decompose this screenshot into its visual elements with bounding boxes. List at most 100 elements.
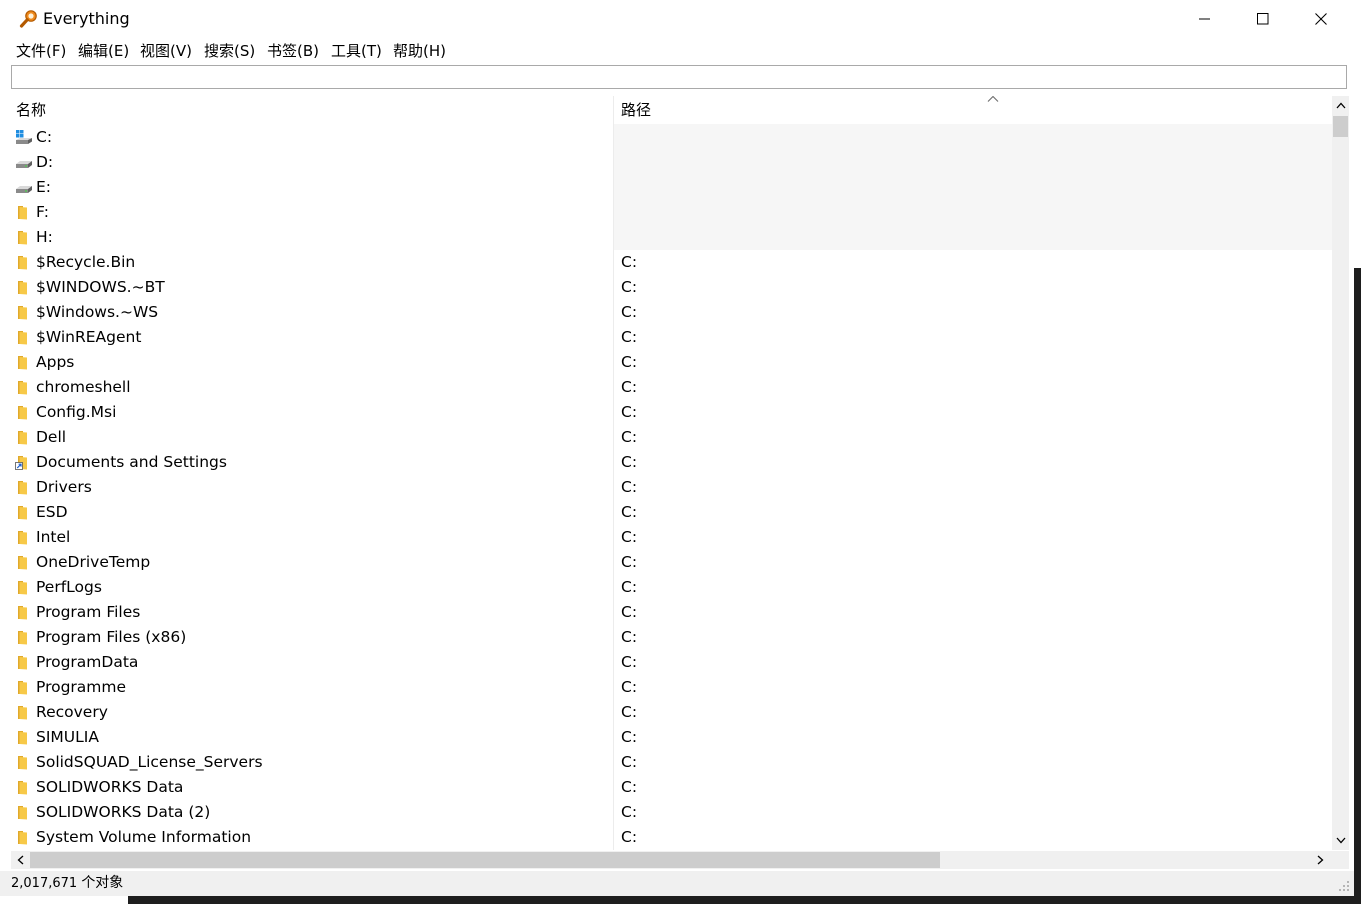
folder-icon (15, 629, 32, 646)
scroll-up-button[interactable] (1332, 96, 1349, 114)
file-path: C: (621, 678, 638, 696)
file-row[interactable]: F: (11, 200, 1332, 225)
results-list[interactable]: 名称 路径 C: D: E: F: H: $Recycle.Bin C: $WINDOWS.~… (11, 96, 1332, 850)
status-bar: 2,017,671 个对象 (0, 871, 1354, 896)
folder-icon (15, 204, 32, 221)
vertical-scrollbar[interactable] (1332, 96, 1349, 850)
file-row[interactable]: Dell C: (11, 425, 1332, 450)
folder-icon (15, 379, 32, 396)
file-row[interactable]: D: (11, 150, 1332, 175)
file-row[interactable]: PerfLogs C: (11, 575, 1332, 600)
file-row[interactable]: SOLIDWORKS Data C: (11, 775, 1332, 800)
file-row[interactable]: E: (11, 175, 1332, 200)
chevron-left-icon (17, 855, 24, 865)
menu-search[interactable]: 搜索(S) (204, 41, 255, 61)
horizontal-scroll-thumb[interactable] (30, 852, 940, 868)
file-row[interactable]: Programme C: (11, 675, 1332, 700)
file-path: C: (621, 653, 638, 671)
file-path: C: (621, 478, 638, 496)
file-row[interactable]: Documents and Settings C: (11, 450, 1332, 475)
file-name: Intel (36, 528, 71, 546)
file-row[interactable]: chromeshell C: (11, 375, 1332, 400)
everything-window: Everything 文件(F) 编辑(E) 视图(V) 搜索(S) 书签(B)… (0, 0, 1354, 896)
menu-bar: 文件(F) 编辑(E) 视图(V) 搜索(S) 书签(B) 工具(T) 帮助(H… (0, 38, 1354, 64)
file-name: $WINDOWS.~BT (36, 278, 165, 296)
maximize-icon (1257, 13, 1269, 25)
file-path: C: (621, 353, 638, 371)
folder-icon (15, 704, 32, 721)
file-row[interactable]: $WinREAgent C: (11, 325, 1332, 350)
folder-icon (15, 754, 32, 771)
file-name: Config.Msi (36, 403, 117, 421)
file-path: C: (621, 378, 638, 396)
file-row[interactable]: Apps C: (11, 350, 1332, 375)
file-name: ESD (36, 503, 68, 521)
file-row[interactable]: ProgramData C: (11, 650, 1332, 675)
minimize-icon (1199, 18, 1210, 20)
file-row[interactable]: Program Files (x86) C: (11, 625, 1332, 650)
chevron-right-icon (1317, 855, 1324, 865)
file-row[interactable]: $Windows.~WS C: (11, 300, 1332, 325)
file-row[interactable]: Recovery C: (11, 700, 1332, 725)
minimize-button[interactable] (1176, 0, 1234, 38)
folder-icon (15, 804, 32, 821)
file-path: C: (621, 303, 638, 321)
menu-tools[interactable]: 工具(T) (331, 41, 382, 61)
menu-edit[interactable]: 编辑(E) (78, 41, 129, 61)
file-name: Program Files (x86) (36, 628, 187, 646)
file-name: SIMULIA (36, 728, 99, 746)
file-row[interactable]: SolidSQUAD_License_Servers C: (11, 750, 1332, 775)
scroll-down-button[interactable] (1332, 831, 1349, 849)
file-row[interactable]: Program Files C: (11, 600, 1332, 625)
status-count: 2,017,671 (11, 876, 78, 891)
folder-icon (15, 254, 32, 271)
folder-icon (15, 604, 32, 621)
status-object-count: 2,017,671 个对象 (11, 875, 123, 892)
maximize-button[interactable] (1234, 0, 1292, 38)
file-row[interactable]: System Volume Information C: (11, 825, 1332, 850)
vertical-scroll-thumb[interactable] (1333, 116, 1348, 137)
horizontal-scrollbar[interactable] (11, 851, 1332, 869)
file-row[interactable]: C: (11, 125, 1332, 150)
file-path: C: (621, 328, 638, 346)
folder-icon (15, 329, 32, 346)
file-row[interactable]: SIMULIA C: (11, 725, 1332, 750)
sort-ascending-icon (987, 96, 999, 102)
close-button[interactable] (1292, 0, 1350, 38)
file-name: Drivers (36, 478, 92, 496)
file-row[interactable]: H: (11, 225, 1332, 250)
file-rows: C: D: E: F: H: $Recycle.Bin C: $WINDOWS.~BT C: $W… (11, 125, 1332, 850)
resize-grip-icon[interactable] (1338, 880, 1350, 892)
file-row[interactable]: $Recycle.Bin C: (11, 250, 1332, 275)
menu-view[interactable]: 视图(V) (140, 41, 192, 61)
close-icon (1315, 13, 1327, 25)
folder-icon (15, 354, 32, 371)
file-row[interactable]: SOLIDWORKS Data (2) C: (11, 800, 1332, 825)
file-name: Apps (36, 353, 75, 371)
menu-bookmarks[interactable]: 书签(B) (267, 41, 319, 61)
folder-icon (15, 404, 32, 421)
file-row[interactable]: Drivers C: (11, 475, 1332, 500)
file-row[interactable]: Intel C: (11, 525, 1332, 550)
folder-icon (15, 429, 32, 446)
column-header-name[interactable]: 名称 (16, 100, 46, 120)
file-name: E: (36, 178, 52, 196)
file-path: C: (621, 603, 638, 621)
file-path: C: (621, 728, 638, 746)
scroll-right-button[interactable] (1311, 851, 1330, 869)
file-path: C: (621, 778, 638, 796)
menu-help[interactable]: 帮助(H) (393, 41, 446, 61)
title-bar[interactable]: Everything (0, 0, 1354, 38)
file-name: SOLIDWORKS Data (2) (36, 803, 211, 821)
file-path: C: (621, 578, 638, 596)
file-row[interactable]: OneDriveTemp C: (11, 550, 1332, 575)
search-input[interactable] (11, 65, 1347, 89)
menu-file[interactable]: 文件(F) (16, 41, 66, 61)
column-header-path[interactable]: 路径 (621, 100, 651, 120)
scroll-left-button[interactable] (11, 851, 30, 869)
file-row[interactable]: $WINDOWS.~BT C: (11, 275, 1332, 300)
file-row[interactable]: Config.Msi C: (11, 400, 1332, 425)
file-row[interactable]: ESD C: (11, 500, 1332, 525)
folder-icon (15, 279, 32, 296)
folder-icon (15, 479, 32, 496)
